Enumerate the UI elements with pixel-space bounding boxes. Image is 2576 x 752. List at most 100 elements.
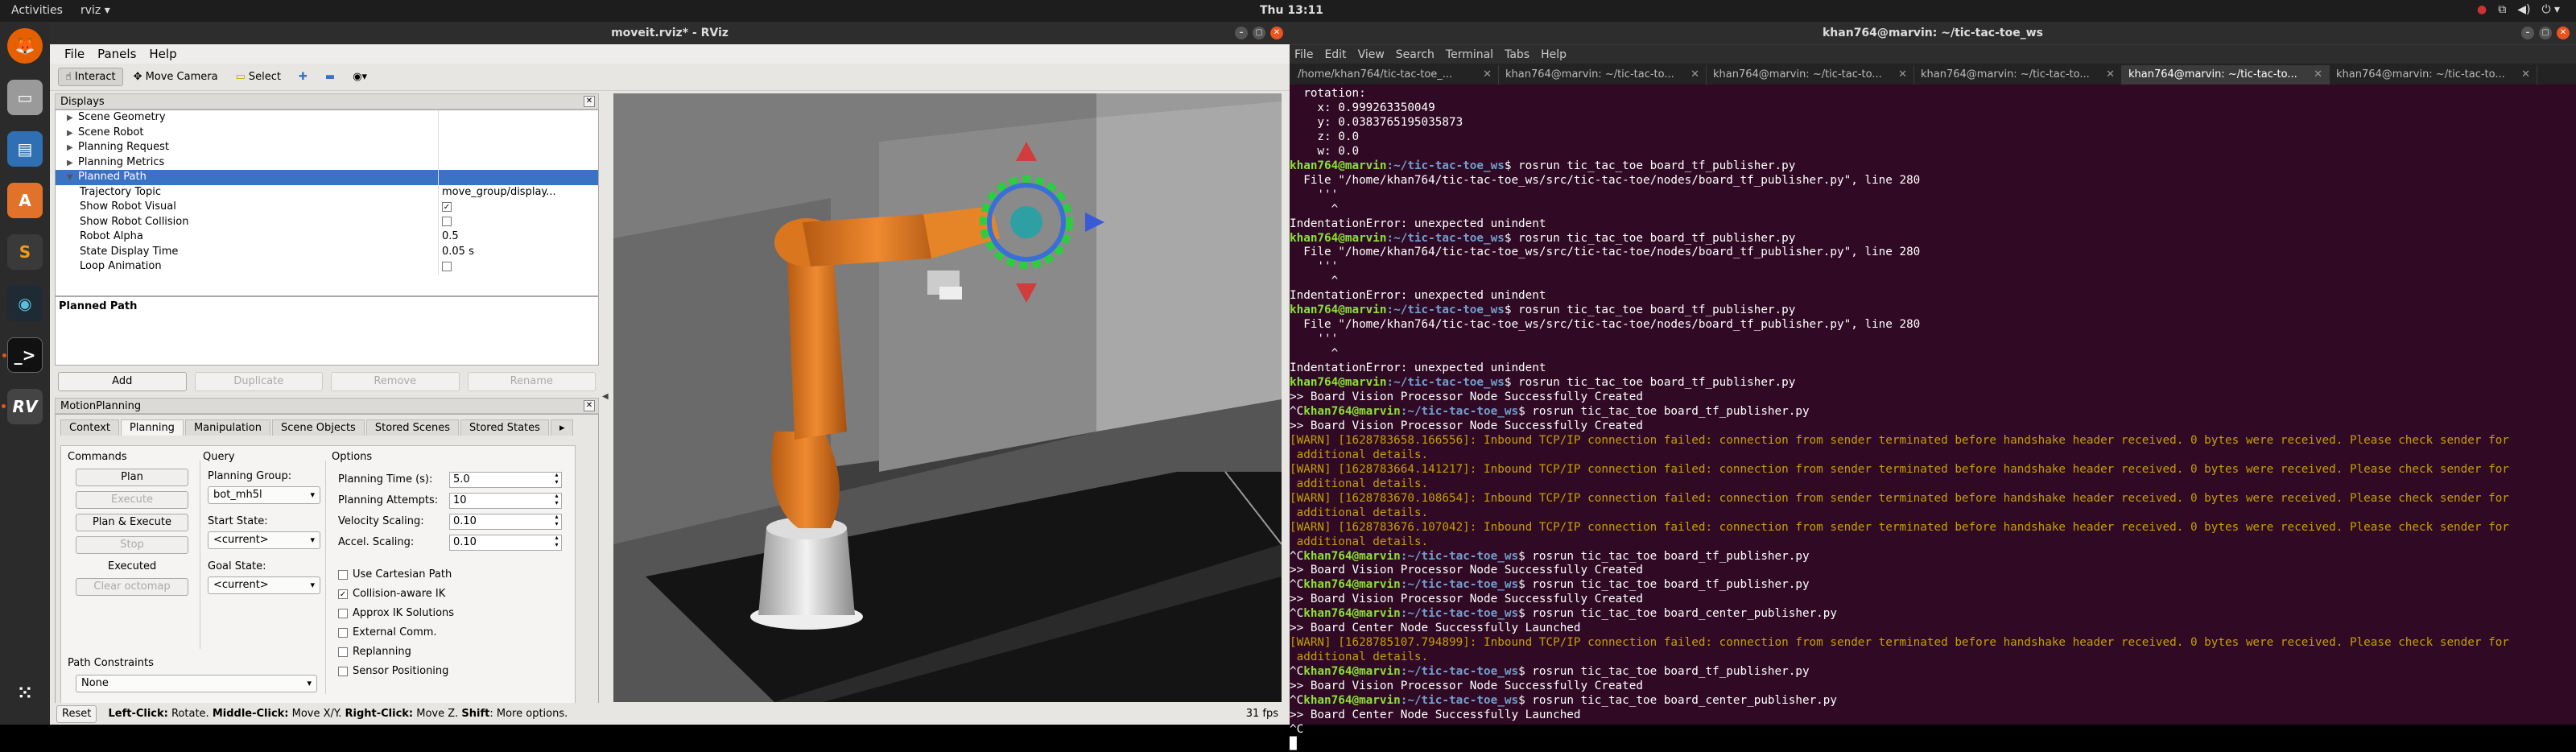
remove-tool-button[interactable]: ▬ xyxy=(318,68,342,86)
app-menu[interactable]: rviz ▾ xyxy=(80,4,110,17)
goal-state-select[interactable]: <current> xyxy=(208,576,320,594)
tab-close-icon[interactable]: ✕ xyxy=(1898,65,1907,85)
plan-execute-button[interactable]: Plan & Execute xyxy=(76,514,188,531)
terminal-menu-view[interactable]: View xyxy=(1358,48,1385,61)
velocity-scaling-input[interactable]: 0.10 xyxy=(449,513,562,530)
option-checkbox[interactable]: Sensor Positioning xyxy=(338,665,448,677)
end-effector[interactable] xyxy=(1010,206,1042,238)
display-row[interactable]: Show Robot Collision xyxy=(56,214,598,230)
clock[interactable]: Thu 13:11 xyxy=(1260,4,1323,17)
tab-close-icon[interactable]: ✕ xyxy=(2106,65,2115,85)
display-checkbox[interactable] xyxy=(442,261,452,271)
option-checkbox[interactable]: Use Cartesian Path xyxy=(338,568,452,581)
software-icon[interactable]: A xyxy=(7,183,43,218)
planning-group-select[interactable]: bot_mh5l xyxy=(208,486,320,504)
option-checkbox[interactable]: Approx IK Solutions xyxy=(338,607,454,619)
tab-close-icon[interactable]: ✕ xyxy=(1483,65,1492,85)
add-button[interactable]: Add xyxy=(58,372,187,391)
tab-stored-scenes[interactable]: Stored Scenes xyxy=(365,419,459,436)
display-row-value[interactable]: 0.05 s xyxy=(439,245,598,260)
display-row-value[interactable]: 0.5 xyxy=(439,229,598,245)
terminal-cursor[interactable]: █ xyxy=(1290,738,2576,752)
path-constraints-select[interactable]: None xyxy=(76,675,317,692)
maximize-icon[interactable]: ▢ xyxy=(1253,27,1265,39)
tab-planning[interactable]: Planning xyxy=(120,419,184,436)
checkbox-box[interactable] xyxy=(338,647,348,657)
option-checkbox[interactable]: Replanning xyxy=(338,646,411,658)
add-tool-button[interactable]: ✚ xyxy=(291,68,315,86)
tab-stored-states[interactable]: Stored States xyxy=(460,419,549,436)
display-row-value[interactable] xyxy=(439,140,598,155)
tab-close-icon[interactable]: ✕ xyxy=(2521,65,2530,85)
expand-arrow-icon[interactable]: ▶ xyxy=(67,141,78,155)
display-row[interactable]: Loop Animation xyxy=(56,259,598,275)
maximize-icon[interactable]: ▢ xyxy=(2539,27,2552,39)
terminal-tab[interactable]: /home/khan764/tic-tac-toe_... ✕ xyxy=(1291,65,1499,85)
planning-attempts-input[interactable]: 10 xyxy=(449,492,562,509)
checkbox-box[interactable] xyxy=(338,627,348,638)
checkbox-box[interactable] xyxy=(338,666,348,676)
terminal-tab[interactable]: khan764@marvin: ~/tic-tac-to... ✕ xyxy=(1914,65,2122,85)
planning-time-input[interactable]: 5.0 xyxy=(449,471,562,488)
tab-manipulation[interactable]: Manipulation xyxy=(184,419,270,436)
minimize-icon[interactable]: – xyxy=(2521,27,2534,39)
option-checkbox[interactable]: External Comm. xyxy=(338,626,437,638)
display-checkbox[interactable]: ✓ xyxy=(442,201,452,212)
display-row-value[interactable] xyxy=(439,259,598,275)
accel-scaling-input[interactable]: 0.10 xyxy=(449,534,562,551)
select-tool[interactable]: ▭ Select xyxy=(229,68,288,86)
tab-close-icon[interactable]: ✕ xyxy=(1690,65,1699,85)
menu-help[interactable]: Help xyxy=(144,45,181,63)
move-camera-tool[interactable]: ✥ Move Camera xyxy=(126,68,225,86)
firefox-icon[interactable]: 🦊 xyxy=(7,28,43,64)
stop-button[interactable]: Stop xyxy=(76,536,188,554)
display-row-value[interactable] xyxy=(439,126,598,141)
expand-arrow-icon[interactable]: ▼ xyxy=(67,171,78,185)
display-row-value[interactable] xyxy=(439,170,598,185)
reset-button[interactable]: Reset xyxy=(56,705,97,723)
files-icon[interactable]: ▭ xyxy=(7,80,43,115)
display-row-value[interactable]: move_group/display... xyxy=(439,185,598,200)
plan-button[interactable]: Plan xyxy=(76,469,188,486)
checkbox-box[interactable]: ✓ xyxy=(338,589,348,599)
minimize-icon[interactable]: – xyxy=(1235,27,1248,39)
tabs-scroll-right-icon[interactable]: ▸ xyxy=(550,419,574,436)
display-row[interactable]: State Display Time 0.05 s xyxy=(56,244,598,260)
activities-button[interactable]: Activities xyxy=(11,4,63,17)
terminal-icon[interactable]: _> xyxy=(2,337,43,373)
terminal-tab[interactable]: khan764@marvin: ~/tic-tac-to... ✕ xyxy=(2122,65,2330,85)
checkbox-box[interactable] xyxy=(338,569,348,580)
motionplanning-close-icon[interactable]: ✕ xyxy=(584,400,595,411)
terminal-tab[interactable]: khan764@marvin: ~/tic-tac-to... ✕ xyxy=(1499,65,1707,85)
checkbox-box[interactable] xyxy=(338,608,348,618)
show-apps-icon[interactable]: ⁙ xyxy=(7,676,43,711)
writer-icon[interactable]: ▤ xyxy=(7,131,43,167)
display-row-value[interactable] xyxy=(439,155,598,171)
display-row[interactable]: ▼ Planned Path xyxy=(56,170,598,185)
display-row-value[interactable] xyxy=(439,110,598,126)
tab-close-icon[interactable]: ✕ xyxy=(2314,65,2322,85)
option-checkbox[interactable]: ✓ Collision-aware IK xyxy=(338,588,445,600)
displays-close-icon[interactable]: ✕ xyxy=(584,96,595,107)
clear-octomap-button[interactable]: Clear octomap xyxy=(76,578,188,596)
menu-file[interactable]: File xyxy=(60,45,89,63)
terminal-output[interactable]: rotation: x: 0.999263350049 y: 0.0383765… xyxy=(1290,85,2576,752)
display-row[interactable]: ▶ Scene Robot xyxy=(56,125,598,141)
displays-tree[interactable]: ▶ Scene Geometry ▶ Scene Robot ▶ Planning Req… xyxy=(55,109,599,296)
terminal-menu-edit[interactable]: Edit xyxy=(1324,48,1346,61)
display-row[interactable]: Robot Alpha 0.5 xyxy=(56,229,598,245)
display-row-value[interactable]: ✓ xyxy=(439,200,598,215)
terminal-tab[interactable]: khan764@marvin: ~/tic-tac-to... ✕ xyxy=(1707,65,1914,85)
terminal-menu-search[interactable]: Search xyxy=(1396,48,1435,61)
execute-button[interactable]: Execute xyxy=(76,491,188,509)
terminal-menu-terminal[interactable]: Terminal xyxy=(1446,48,1493,61)
sublime-icon[interactable]: S xyxy=(7,234,43,270)
display-row-value[interactable] xyxy=(439,215,598,230)
display-row[interactable]: ▶ Planning Metrics xyxy=(56,155,598,171)
interact-tool[interactable]: ☝ Interact xyxy=(58,68,123,86)
display-checkbox[interactable] xyxy=(442,217,452,226)
close-icon[interactable]: ✕ xyxy=(1270,27,1283,39)
remove-button[interactable]: Remove xyxy=(331,372,460,391)
display-row[interactable]: Show Robot Visual ✓ xyxy=(56,200,598,215)
atom-icon[interactable]: ◉ xyxy=(7,286,43,321)
